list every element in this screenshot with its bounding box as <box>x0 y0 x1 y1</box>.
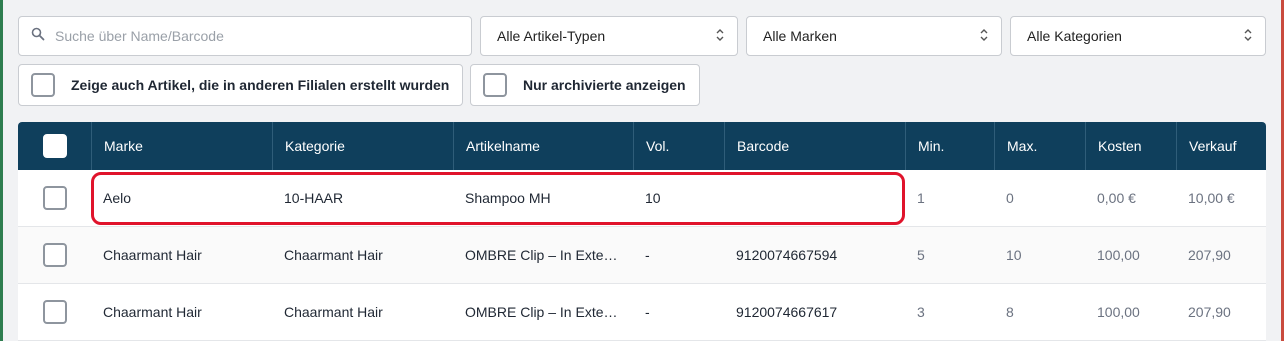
cell-min: 3 <box>917 304 925 320</box>
col-header-max[interactable]: Max. <box>994 122 1085 170</box>
row-checkbox[interactable] <box>42 186 67 210</box>
col-header-article-name[interactable]: Artikelname <box>453 122 633 170</box>
articles-table: Marke Kategorie Artikelname Vol. Barcode… <box>18 122 1266 341</box>
category-value: Alle Kategorien <box>1027 28 1122 44</box>
cell-sale: 207,90 <box>1188 247 1231 263</box>
show-other-branches-toggle[interactable]: Zeige auch Artikel, die in anderen Filia… <box>18 64 463 106</box>
cell-volume: - <box>645 247 650 263</box>
chevron-updown-icon <box>979 27 989 46</box>
select-all-checkbox[interactable] <box>42 134 67 158</box>
cell-volume: - <box>645 304 650 320</box>
cell-category: Chaarmant Hair <box>284 304 383 320</box>
only-archived-toggle[interactable]: Nur archivierte anzeigen <box>470 64 700 106</box>
cell-cost: 0,00 € <box>1097 190 1136 206</box>
category-select[interactable]: Alle Kategorien <box>1010 16 1266 56</box>
cell-min: 1 <box>917 190 925 206</box>
article-type-select[interactable]: Alle Artikel-Typen <box>480 16 738 56</box>
table-header: Marke Kategorie Artikelname Vol. Barcode… <box>18 122 1266 170</box>
cell-article-name: Shampoo MH <box>465 190 551 206</box>
col-header-sale[interactable]: Verkauf <box>1176 122 1266 170</box>
table-row[interactable]: Chaarmant Hair Chaarmant Hair OMBRE Clip… <box>18 227 1266 284</box>
article-type-value: Alle Artikel-Typen <box>497 28 606 44</box>
table-row[interactable]: Aelo 10-HAAR Shampoo MH 10 1 0 0,00 € 10… <box>18 170 1266 227</box>
only-archived-label: Nur archivierte anzeigen <box>523 77 686 93</box>
table-row[interactable]: Chaarmant Hair Chaarmant Hair OMBRE Clip… <box>18 284 1266 341</box>
cell-brand: Aelo <box>103 190 132 206</box>
window-edge-left <box>0 0 3 341</box>
show-other-branches-checkbox[interactable] <box>31 73 55 97</box>
cell-brand: Chaarmant Hair <box>103 247 202 263</box>
cell-sale: 207,90 <box>1188 304 1231 320</box>
cell-barcode <box>724 170 905 226</box>
row-select-cell <box>18 227 91 283</box>
search-icon <box>31 27 45 46</box>
select-all-cell <box>18 122 91 170</box>
chevron-updown-icon <box>715 27 725 46</box>
cell-max: 10 <box>1006 247 1022 263</box>
row-select-cell <box>18 170 91 226</box>
col-header-barcode[interactable]: Barcode <box>724 122 905 170</box>
only-archived-checkbox[interactable] <box>483 73 507 97</box>
cell-article-name: OMBRE Clip – In Exte… <box>465 304 618 320</box>
row-select-cell <box>18 284 91 340</box>
cell-article-name: OMBRE Clip – In Exte… <box>465 247 618 263</box>
cell-category: Chaarmant Hair <box>284 247 383 263</box>
show-other-branches-label: Zeige auch Artikel, die in anderen Filia… <box>71 77 450 93</box>
col-header-min[interactable]: Min. <box>905 122 994 170</box>
cell-max: 0 <box>1006 190 1014 206</box>
col-header-cost[interactable]: Kosten <box>1085 122 1176 170</box>
cell-category: 10-HAAR <box>284 190 344 206</box>
chevron-updown-icon <box>1243 27 1253 46</box>
cell-barcode: 9120074667594 <box>736 247 838 263</box>
cell-brand: Chaarmant Hair <box>103 304 202 320</box>
col-header-brand[interactable]: Marke <box>91 122 272 170</box>
cell-min: 5 <box>917 247 925 263</box>
cell-cost: 100,00 <box>1097 304 1140 320</box>
search-field[interactable] <box>18 16 472 56</box>
search-input[interactable] <box>55 28 455 44</box>
cell-cost: 100,00 <box>1097 247 1140 263</box>
cell-volume: 10 <box>645 190 661 206</box>
col-header-volume[interactable]: Vol. <box>633 122 724 170</box>
row-checkbox[interactable] <box>42 300 67 324</box>
brand-select[interactable]: Alle Marken <box>746 16 1002 56</box>
cell-barcode: 9120074667617 <box>736 304 838 320</box>
col-header-category[interactable]: Kategorie <box>272 122 453 170</box>
brand-value: Alle Marken <box>763 28 837 44</box>
cell-sale: 10,00 € <box>1188 190 1235 206</box>
cell-max: 8 <box>1006 304 1014 320</box>
row-checkbox[interactable] <box>42 243 67 267</box>
